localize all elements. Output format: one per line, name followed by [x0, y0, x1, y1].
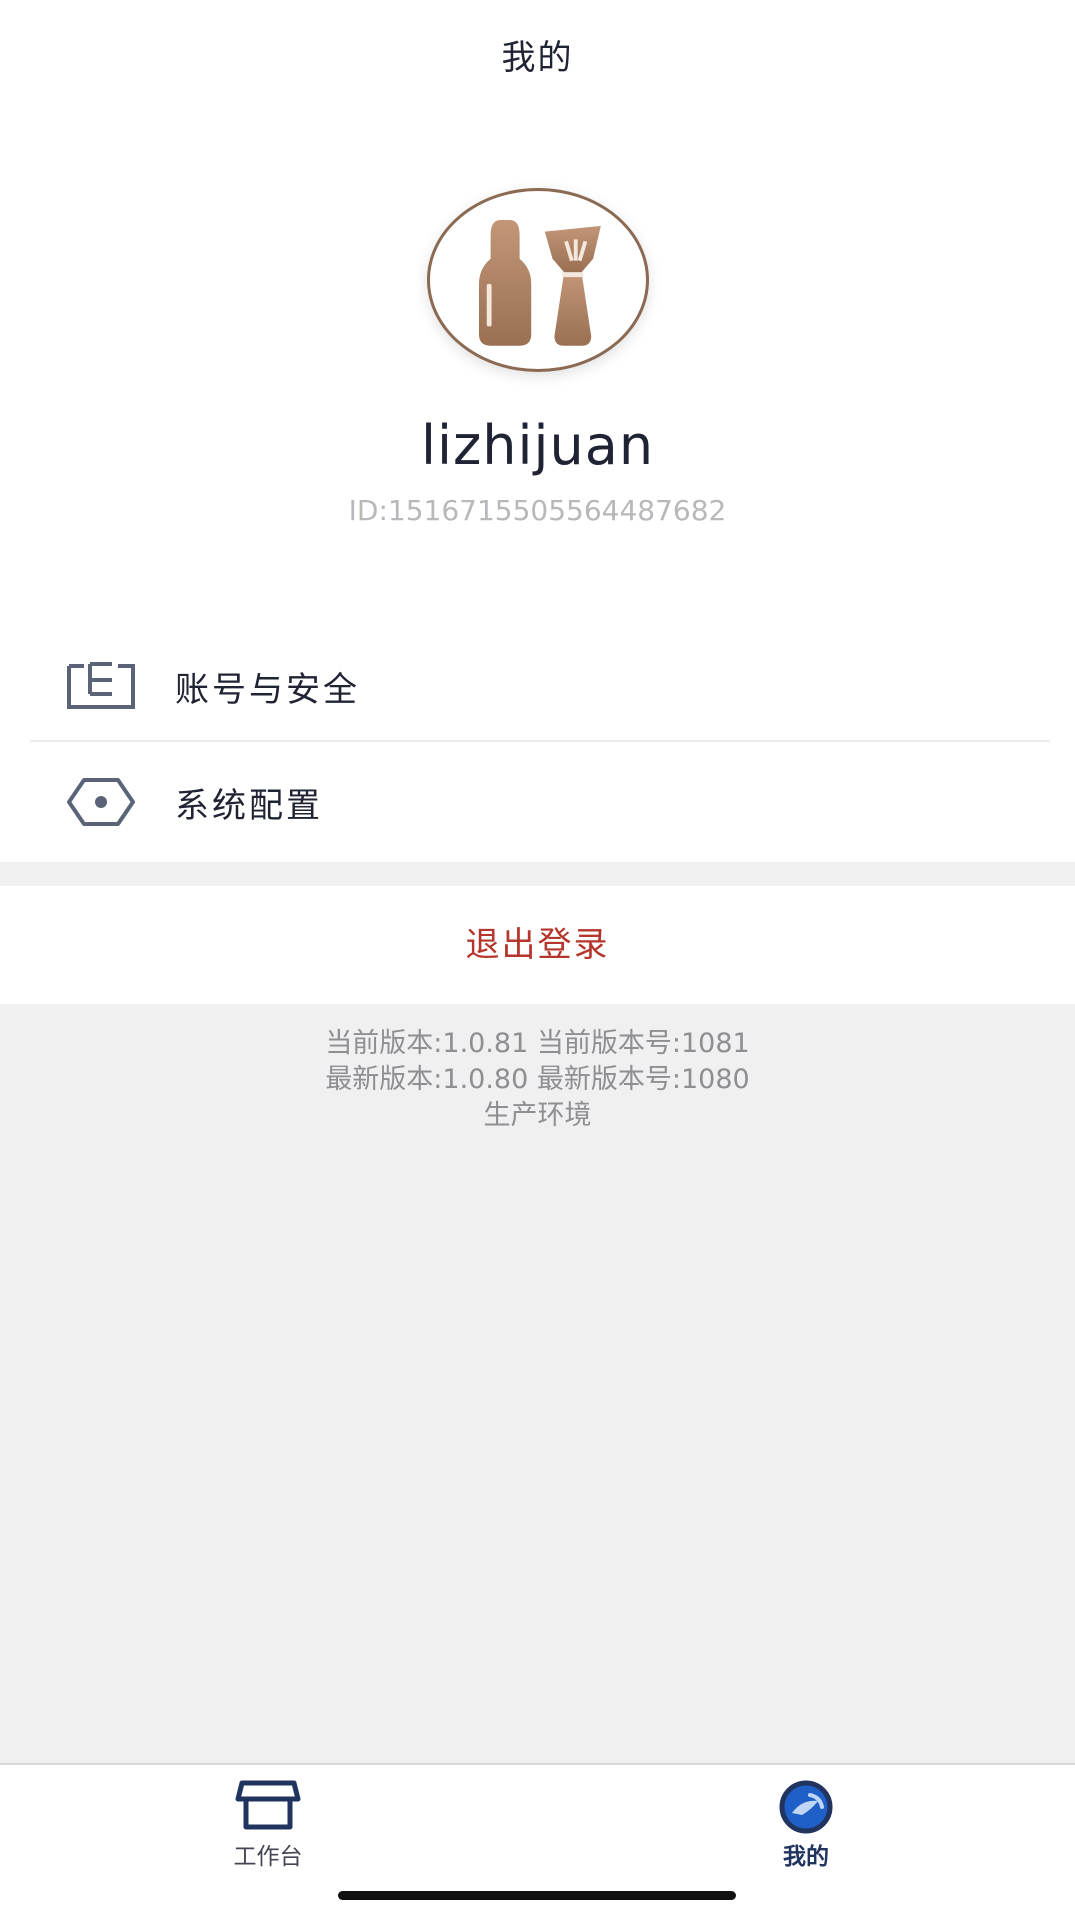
menu-item-account-security[interactable]: 账号与安全	[0, 626, 1075, 738]
logout-button[interactable]: 退出登录	[0, 886, 1075, 1004]
page-title: 我的	[501, 38, 574, 78]
menu-item-system-config[interactable]: 系统配置	[0, 746, 1075, 858]
version-info: 当前版本:1.0.81 当前版本号:1081 最新版本:1.0.80 最新版本号…	[0, 1026, 1075, 1134]
username: lizhijuan	[420, 414, 655, 477]
user-id: ID:1516715505564487682	[348, 494, 727, 527]
tab-workbench[interactable]: 工作台	[168, 1765, 368, 1885]
menu-item-label: 账号与安全	[175, 670, 360, 710]
environment-text: 生产环境	[483, 1100, 592, 1131]
divider	[30, 740, 1050, 742]
section-spacer	[0, 862, 1075, 886]
mine-page: 我的 lizhijuan ID:1516715505564487682 账号与安…	[0, 0, 1075, 1915]
home-indicator[interactable]	[338, 1891, 736, 1900]
avatar[interactable]	[427, 188, 649, 372]
settings-hexagon-icon	[67, 778, 135, 826]
tab-label: 工作台	[233, 1844, 303, 1870]
tab-mine[interactable]: 我的	[706, 1765, 906, 1885]
cosmetics-logo-icon	[478, 220, 601, 346]
store-icon	[235, 1780, 301, 1830]
tab-label: 我的	[783, 1844, 829, 1870]
current-version-text: 当前版本:1.0.81 当前版本号:1081	[325, 1028, 750, 1059]
id-card-icon	[67, 662, 135, 709]
profile-badge-icon	[779, 1780, 833, 1834]
latest-version-text: 最新版本:1.0.80 最新版本号:1080	[325, 1064, 750, 1095]
menu-item-label: 系统配置	[175, 786, 323, 826]
